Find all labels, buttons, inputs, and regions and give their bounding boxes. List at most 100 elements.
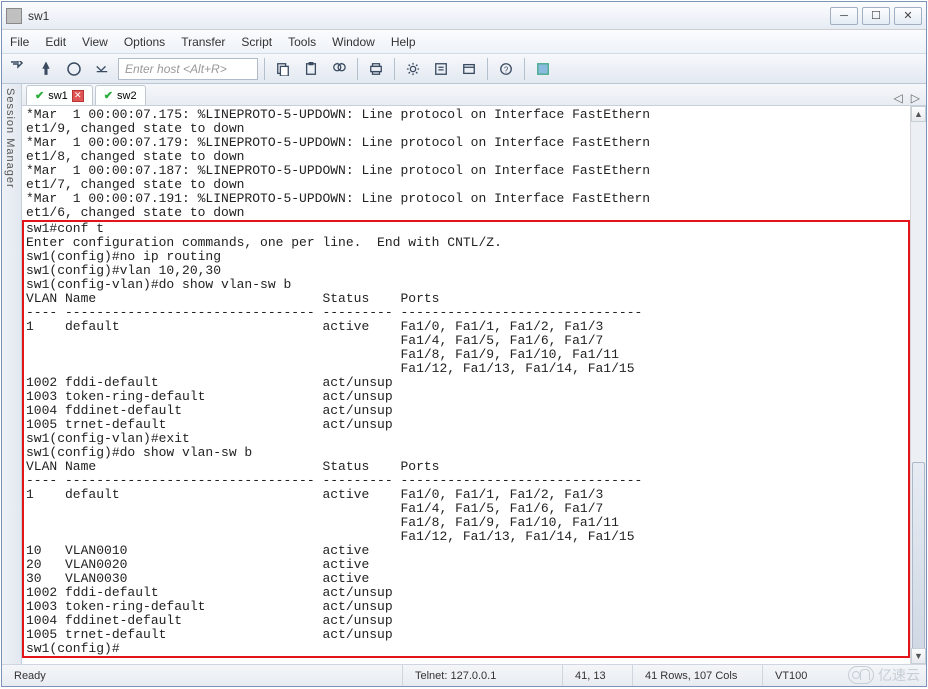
terminal-line: et1/7, changed state to down — [26, 178, 922, 192]
find-icon[interactable] — [327, 57, 351, 81]
status-bar: Ready Telnet: 127.0.0.1 41, 13 41 Rows, … — [2, 664, 926, 686]
terminal-line: sw1(config)#no ip routing — [26, 250, 906, 264]
session-manager-tab[interactable]: Session Manager — [2, 84, 22, 664]
copy-icon[interactable] — [271, 57, 295, 81]
minimize-button[interactable]: ─ — [830, 7, 858, 25]
terminal-line: Fa1/4, Fa1/5, Fa1/6, Fa1/7 — [26, 502, 906, 516]
terminal-line: Fa1/4, Fa1/5, Fa1/6, Fa1/7 — [26, 334, 906, 348]
terminal-line: 1002 fddi-default act/unsup — [26, 376, 906, 390]
menu-options[interactable]: Options — [124, 35, 165, 49]
toolbar: Enter host <Alt+R> ? — [2, 54, 926, 84]
terminal-line: et1/9, changed state to down — [26, 122, 922, 136]
tab-sw2[interactable]: ✔ sw2 — [95, 85, 146, 105]
settings-icon[interactable] — [401, 57, 425, 81]
disconnect-icon[interactable] — [62, 57, 86, 81]
terminal-line: Fa1/8, Fa1/9, Fa1/10, Fa1/11 — [26, 348, 906, 362]
connected-icon: ✔ — [104, 89, 113, 102]
toolbar-separator — [264, 58, 265, 80]
menu-window[interactable]: Window — [332, 35, 375, 49]
help-icon[interactable]: ? — [494, 57, 518, 81]
svg-text:?: ? — [504, 65, 509, 74]
session-options-icon[interactable] — [429, 57, 453, 81]
menu-help[interactable]: Help — [391, 35, 416, 49]
toggle-icon[interactable] — [531, 57, 555, 81]
terminal-line: 1003 token-ring-default act/unsup — [26, 600, 906, 614]
status-cursor: 41, 13 — [562, 665, 632, 686]
terminal-line: 10 VLAN0010 active — [26, 544, 906, 558]
vertical-scrollbar[interactable]: ▲ ▼ — [910, 106, 926, 664]
terminal-line: 1003 token-ring-default act/unsup — [26, 390, 906, 404]
menu-file[interactable]: File — [10, 35, 29, 49]
terminal-line: Fa1/8, Fa1/9, Fa1/10, Fa1/11 — [26, 516, 906, 530]
menu-transfer[interactable]: Transfer — [181, 35, 225, 49]
menu-view[interactable]: View — [82, 35, 108, 49]
terminal-line: VLAN Name Status Ports — [26, 292, 906, 306]
terminal-line: et1/8, changed state to down — [26, 150, 922, 164]
watermark: 亿速云 — [848, 665, 920, 685]
terminal-line: sw1(config)# — [26, 642, 906, 656]
maximize-button[interactable]: ☐ — [862, 7, 890, 25]
tab-label: sw2 — [117, 90, 137, 102]
tab-strip: ✔ sw1 ✕ ✔ sw2 ◁ ▷ — [22, 84, 926, 106]
terminal-line: *Mar 1 00:00:07.179: %LINEPROTO-5-UPDOWN… — [26, 136, 922, 150]
watermark-icon — [848, 666, 874, 684]
connected-icon: ✔ — [35, 89, 44, 102]
window-title: sw1 — [28, 9, 830, 23]
quick-connect-icon[interactable] — [34, 57, 58, 81]
terminal-line: 1 default active Fa1/0, Fa1/1, Fa1/2, Fa… — [26, 320, 906, 334]
terminal-line: *Mar 1 00:00:07.191: %LINEPROTO-5-UPDOWN… — [26, 192, 922, 206]
tab-scroll-left-icon[interactable]: ◁ — [894, 91, 903, 105]
main-window: sw1 ─ ☐ ✕ File Edit View Options Transfe… — [1, 1, 927, 687]
terminal-line: ---- -------------------------------- --… — [26, 306, 906, 320]
terminal-line: sw1#conf t — [26, 222, 906, 236]
terminal-line: sw1(config-vlan)#exit — [26, 432, 906, 446]
scroll-up-icon[interactable]: ▲ — [911, 106, 926, 122]
highlight-box: sw1#conf tEnter configuration commands, … — [22, 220, 910, 658]
host-input[interactable]: Enter host <Alt+R> — [118, 58, 258, 80]
terminal-line: 1004 fddinet-default act/unsup — [26, 404, 906, 418]
terminal-line: *Mar 1 00:00:07.187: %LINEPROTO-5-UPDOWN… — [26, 164, 922, 178]
paste-icon[interactable] — [299, 57, 323, 81]
title-bar[interactable]: sw1 ─ ☐ ✕ — [2, 2, 926, 30]
tab-sw1[interactable]: ✔ sw1 ✕ — [26, 85, 93, 105]
toolbar-separator — [487, 58, 488, 80]
tab-scroll-right-icon[interactable]: ▷ — [911, 91, 920, 105]
scroll-thumb[interactable] — [912, 462, 925, 652]
reconnect-icon[interactable] — [6, 57, 30, 81]
tab-label: sw1 — [48, 90, 68, 102]
terminal-line: Fa1/12, Fa1/13, Fa1/14, Fa1/15 — [26, 530, 906, 544]
terminal-line: 1005 trnet-default act/unsup — [26, 628, 906, 642]
scroll-track[interactable] — [911, 122, 926, 648]
scroll-down-icon[interactable]: ▼ — [911, 648, 926, 664]
terminal-line: sw1(config)#do show vlan-sw b — [26, 446, 906, 460]
menu-edit[interactable]: Edit — [45, 35, 66, 49]
terminal-line: VLAN Name Status Ports — [26, 460, 906, 474]
status-connection: Telnet: 127.0.0.1 — [402, 665, 562, 686]
status-size: 41 Rows, 107 Cols — [632, 665, 762, 686]
menu-tools[interactable]: Tools — [288, 35, 316, 49]
terminal-line: et1/6, changed state to down — [26, 206, 922, 220]
terminal-line: Enter configuration commands, one per li… — [26, 236, 906, 250]
toolbar-separator — [357, 58, 358, 80]
toolbar-separator — [524, 58, 525, 80]
terminal-line: 1 default active Fa1/0, Fa1/1, Fa1/2, Fa… — [26, 488, 906, 502]
menu-script[interactable]: Script — [241, 35, 272, 49]
status-ready: Ready — [2, 665, 402, 686]
reconnect-all-icon[interactable] — [90, 57, 114, 81]
close-tab-icon[interactable]: ✕ — [72, 90, 84, 102]
menu-bar: File Edit View Options Transfer Script T… — [2, 30, 926, 54]
close-button[interactable]: ✕ — [894, 7, 922, 25]
terminal-line: sw1(config-vlan)#do show vlan-sw b — [26, 278, 906, 292]
terminal-pane[interactable]: *Mar 1 00:00:07.175: %LINEPROTO-5-UPDOWN… — [22, 106, 926, 664]
new-session-icon[interactable] — [457, 57, 481, 81]
terminal-line: ---- -------------------------------- --… — [26, 474, 906, 488]
print-icon[interactable] — [364, 57, 388, 81]
terminal-line: 1005 trnet-default act/unsup — [26, 418, 906, 432]
toolbar-separator — [394, 58, 395, 80]
terminal-line: 30 VLAN0030 active — [26, 572, 906, 586]
watermark-text: 亿速云 — [878, 665, 920, 685]
terminal-line: sw1(config)#vlan 10,20,30 — [26, 264, 906, 278]
terminal-line: 1004 fddinet-default act/unsup — [26, 614, 906, 628]
terminal-line: Fa1/12, Fa1/13, Fa1/14, Fa1/15 — [26, 362, 906, 376]
terminal-line: 20 VLAN0020 active — [26, 558, 906, 572]
